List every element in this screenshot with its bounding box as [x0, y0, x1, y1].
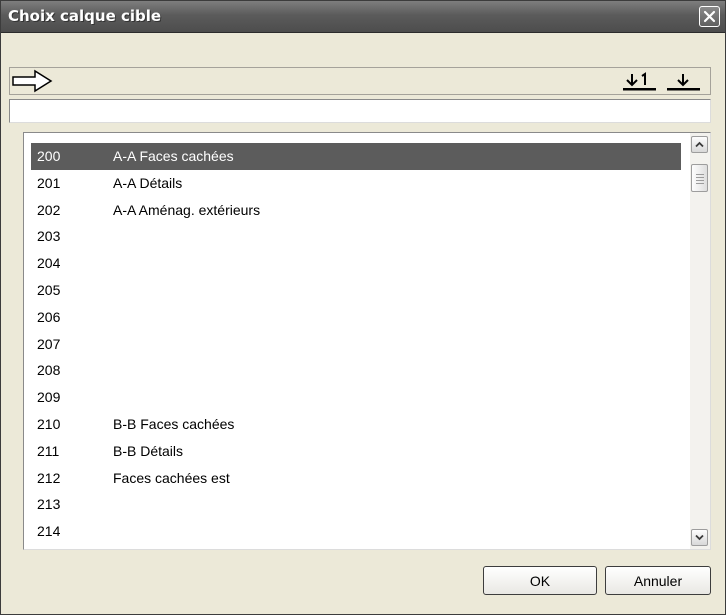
list-item[interactable]: 200 A-A Faces cachées: [31, 143, 681, 170]
list-item[interactable]: 206: [31, 304, 681, 331]
layer-name: A-A Détails: [113, 174, 183, 191]
load-one-button[interactable]: [621, 68, 659, 94]
download-1-icon: [623, 72, 656, 91]
dialog-window: Choix calque cible 200 A-A Faces cachées…: [0, 0, 726, 615]
layer-number: 203: [37, 228, 61, 245]
path-input[interactable]: [9, 99, 711, 123]
ok-button[interactable]: OK: [483, 566, 597, 595]
download-icon: [667, 74, 700, 91]
layer-number: 214: [37, 523, 61, 540]
layer-name: A-A Faces cachées: [113, 148, 234, 164]
layer-number: 205: [37, 281, 61, 298]
list-item[interactable]: 211 B-B Détails: [31, 438, 681, 465]
layer-number: 206: [37, 308, 61, 325]
list-item[interactable]: 213: [31, 491, 681, 518]
layer-number: 207: [37, 335, 61, 352]
scroll-thumb[interactable]: [691, 164, 708, 192]
list-item[interactable]: 209: [31, 384, 681, 411]
layer-name: B-B Détails: [113, 442, 184, 459]
layer-number: 200: [37, 148, 61, 164]
layer-number: 208: [37, 362, 61, 379]
list-item[interactable]: 203: [31, 223, 681, 250]
layer-number: 213: [37, 496, 61, 513]
title-bar[interactable]: Choix calque cible: [1, 1, 725, 33]
chevron-up-icon: [695, 141, 704, 148]
list-item[interactable]: 204: [31, 250, 681, 277]
list-item[interactable]: 205: [31, 277, 681, 304]
layer-number: 211: [37, 442, 60, 459]
list-item[interactable]: 207: [31, 331, 681, 358]
vertical-scrollbar[interactable]: [690, 133, 710, 549]
layer-number: 202: [37, 201, 61, 218]
scroll-up-button[interactable]: [691, 136, 708, 153]
go-button[interactable]: [10, 68, 56, 94]
list-item[interactable]: 208: [31, 357, 681, 384]
layer-name: B-B Faces cachées: [113, 415, 235, 432]
chevron-down-icon: [695, 534, 704, 541]
layer-number: 201: [37, 174, 61, 191]
layer-number: 209: [37, 389, 61, 406]
cancel-button[interactable]: Annuler: [605, 566, 711, 595]
layer-name: A-A Aménag. extérieurs: [113, 201, 261, 218]
layer-number: 210: [37, 415, 61, 432]
layer-number: 204: [37, 255, 61, 272]
close-icon: [703, 10, 716, 23]
right-arrow-icon: [12, 69, 53, 93]
list-item[interactable]: 201 A-A Détails: [31, 170, 681, 197]
list-item[interactable]: 212 Faces cachées est: [31, 465, 681, 492]
list-item[interactable]: 202 A-A Aménag. extérieurs: [31, 197, 681, 224]
list-item[interactable]: 210 B-B Faces cachées: [31, 411, 681, 438]
dialog-title: Choix calque cible: [8, 7, 162, 25]
layer-number: 212: [37, 469, 61, 486]
toolbar: [9, 67, 711, 95]
layer-name: Faces cachées est: [113, 469, 230, 486]
list-item[interactable]: 214: [31, 518, 681, 545]
layer-list[interactable]: 200 A-A Faces cachées 201 A-A Détails 202 A-A…: [23, 132, 711, 550]
load-button[interactable]: [664, 68, 702, 94]
close-button[interactable]: [699, 6, 720, 27]
layer-rows: 200 A-A Faces cachées 201 A-A Détails 202 A-A…: [31, 143, 681, 545]
scroll-down-button[interactable]: [691, 529, 708, 546]
